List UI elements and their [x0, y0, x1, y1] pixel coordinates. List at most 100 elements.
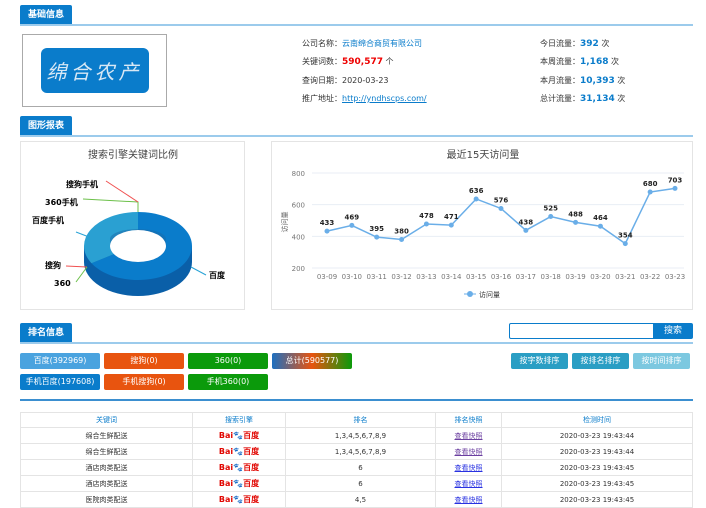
pie-label-baidu-mobile: 百度手机 [32, 215, 64, 225]
view-snapshot-link[interactable]: 查看快照 [455, 448, 483, 456]
data-point[interactable] [399, 237, 405, 242]
label: 总计流量： [540, 94, 580, 103]
data-point[interactable] [672, 185, 678, 191]
paw-icon: 🐾 [233, 479, 244, 488]
data-point[interactable] [573, 219, 579, 225]
x-tick-label: 03-16 [491, 273, 512, 281]
view-snapshot-link[interactable]: 查看快照 [455, 464, 483, 472]
legend-label[interactable]: 访问量 [479, 290, 500, 299]
check-time-cell: 2020-03-23 19:43:45 [501, 459, 693, 476]
filter-baidu-button[interactable]: 百度(392969) [20, 353, 100, 369]
keyword-count: 590,577 [342, 57, 383, 67]
logo-text: 绵合农产 [40, 48, 149, 93]
x-tick-label: 03-21 [615, 273, 635, 281]
snapshot-cell: 查看快照 [435, 427, 502, 444]
filter-mobile-sogou-button[interactable]: 手机搜狗(0) [104, 374, 184, 390]
logo-part: Bai [218, 447, 234, 456]
filter-mobile-baidu-button[interactable]: 手机百度(197608) [20, 374, 100, 390]
week-traffic: 1,168 [580, 57, 609, 67]
baidu-logo: Bai🐾百度 [219, 463, 259, 472]
y-tick-label: 400 [292, 233, 305, 241]
data-point[interactable] [597, 223, 603, 229]
data-label: 469 [345, 213, 360, 221]
promo-url-link[interactable]: http://yndhscps.com/ [342, 94, 427, 103]
logo-part: Bai [218, 431, 234, 440]
section-tab-charts: 图形报表 [20, 116, 73, 136]
sort-by-rank-button[interactable]: 按排名排序 [572, 353, 629, 369]
pie-chart-panel: 搜索引擎关键词比例 百度 搜狗 360 百度手机 360手机 搜狗手机 [20, 141, 245, 310]
today-traffic: 392 [580, 39, 599, 49]
pie-label-360: 360 [54, 279, 71, 288]
label: 查询日期： [302, 76, 342, 85]
header-engine: 搜索引擎 [192, 412, 286, 428]
data-label: 525 [543, 205, 558, 213]
snapshot-cell: 查看快照 [435, 475, 502, 492]
y-tick-label: 800 [292, 170, 305, 178]
data-point[interactable] [448, 222, 454, 228]
engine-cell: Bai🐾百度 [192, 443, 286, 460]
check-time-cell: 2020-03-23 19:43:44 [501, 427, 693, 444]
x-tick-label: 03-18 [541, 273, 561, 281]
rank-cell: 1,3,4,5,6,7,8,9 [285, 443, 436, 460]
header-keyword: 关键词 [20, 412, 193, 428]
data-label: 354 [618, 232, 633, 240]
logo-part: Bai [218, 479, 234, 488]
leader-line [105, 180, 139, 203]
data-point[interactable] [498, 205, 504, 211]
snapshot-cell: 查看快照 [435, 491, 502, 508]
x-tick-label: 03-09 [317, 273, 337, 281]
unit: 次 [617, 76, 626, 85]
snapshot-cell: 查看快照 [435, 459, 502, 476]
data-point[interactable] [423, 221, 429, 227]
engine-cell: Bai🐾百度 [192, 491, 286, 508]
company-logo: 绵合农产 [22, 34, 167, 107]
keyword-search-input[interactable] [509, 323, 654, 339]
filter-total-button[interactable]: 总计(590577) [272, 353, 352, 369]
view-snapshot-link[interactable]: 查看快照 [455, 432, 483, 440]
data-point[interactable] [324, 228, 330, 234]
label: 今日流量： [540, 39, 580, 48]
unit: 个 [385, 57, 394, 66]
view-snapshot-link[interactable]: 查看快照 [455, 480, 483, 488]
data-point[interactable] [548, 214, 554, 220]
y-tick-label: 200 [292, 265, 305, 273]
check-time-cell: 2020-03-23 19:43:45 [501, 475, 693, 492]
data-point[interactable] [374, 234, 380, 240]
leader-line [65, 265, 88, 268]
table-row: 酒店肉类配送 Bai🐾百度 6 查看快照 2020-03-23 19:43:45 [20, 459, 693, 476]
month-traffic: 10,393 [580, 76, 615, 86]
data-point[interactable] [349, 222, 355, 228]
filter-mobile-360-button[interactable]: 手机360(0) [188, 374, 268, 390]
data-point[interactable] [523, 227, 529, 233]
company-name: 云南绵合商贸有限公司 [342, 39, 422, 48]
engine-cell: Bai🐾百度 [192, 475, 286, 492]
label: 推广地址： [302, 94, 342, 103]
sort-by-time-button[interactable]: 按时间排序 [633, 353, 690, 369]
logo-part: Bai [218, 463, 234, 472]
data-point[interactable] [622, 241, 628, 247]
paw-icon: 🐾 [233, 431, 244, 440]
label: 本周流量： [540, 57, 580, 66]
data-label: 636 [469, 187, 484, 195]
data-point[interactable] [473, 196, 479, 202]
sort-by-length-button[interactable]: 按字数排序 [511, 353, 568, 369]
view-snapshot-link[interactable]: 查看快照 [455, 496, 483, 504]
rank-cell: 6 [285, 459, 436, 476]
pie-chart: 搜索引擎关键词比例 百度 搜狗 360 百度手机 360手机 搜狗手机 [32, 148, 226, 296]
total-traffic: 31,134 [580, 94, 615, 104]
paw-icon: 🐾 [233, 495, 244, 504]
week-traffic-row: 本周流量：1,168 次 [540, 56, 619, 67]
divider [20, 24, 693, 26]
data-point[interactable] [647, 189, 653, 195]
company-name-row: 公司名称：云南绵合商贸有限公司 [302, 38, 422, 49]
filter-sogou-button[interactable]: 搜狗(0) [104, 353, 184, 369]
snapshot-cell: 查看快照 [435, 443, 502, 460]
logo-part: Bai [218, 495, 234, 504]
engine-cell: Bai🐾百度 [192, 459, 286, 476]
pie-label-baidu: 百度 [209, 270, 226, 280]
header-rank: 排名 [285, 412, 436, 428]
search-button[interactable]: 搜索 [653, 323, 693, 339]
y-tick-label: 600 [292, 202, 305, 210]
filter-360-button[interactable]: 360(0) [188, 353, 268, 369]
ranking-table: 关键词 搜索引擎 排名 排名快照 检测时间 绵合生鲜配送 Bai🐾百度 1,3,4,… [20, 412, 693, 508]
